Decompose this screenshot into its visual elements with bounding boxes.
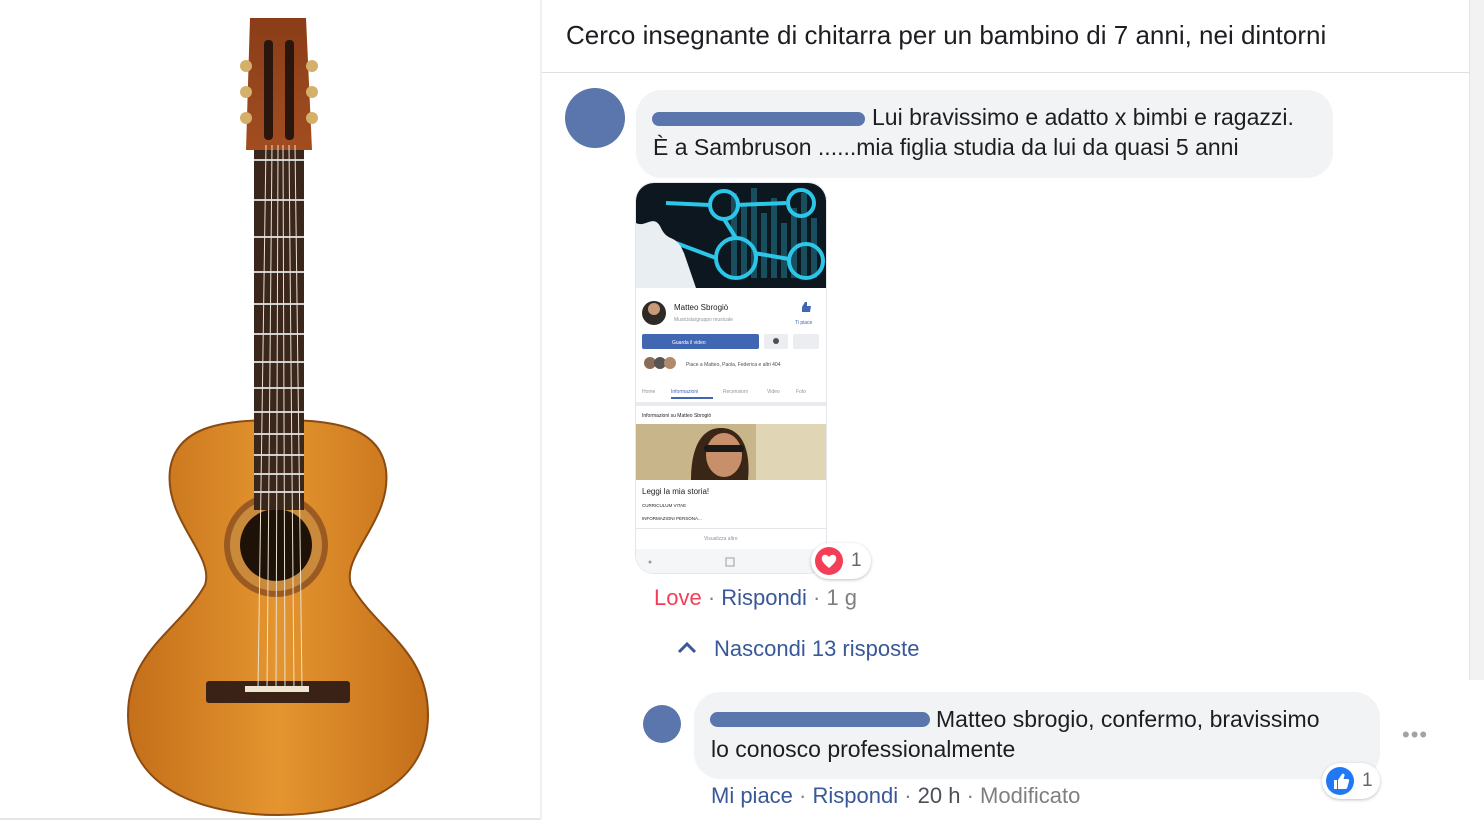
screenshot-watch-button: Guarda il video [672,340,706,346]
screenshot-likes-text: Piace a Matteo, Paola, Federica e altri … [686,362,781,368]
comment-timestamp[interactable]: 1 g [826,585,857,610]
comment-timestamp[interactable]: 20 h [918,783,961,808]
screenshot-like-label: Ti piace [795,320,813,326]
comment-image-attachment[interactable]: Matteo Sbrogiò Musicista/gruppo musicale… [636,183,826,573]
screenshot-story-line: CURRICULUM VITAE [642,503,686,508]
separator-dot: · [898,783,918,808]
redacted-author-name[interactable] [710,712,930,727]
reply-link[interactable]: Rispondi [721,585,807,610]
edited-label[interactable]: Modificato [980,783,1080,808]
screenshot-story-line: INFORMAZIONI PERSONA... [642,516,702,521]
comment-bubble: Lui bravissimo e adatto x bimbi e ragazz… [636,90,1333,178]
commenter-avatar[interactable] [565,88,625,148]
redacted-author-name[interactable] [652,112,865,126]
separator-dot: · [792,783,813,808]
screenshot-tab: Video [767,389,780,395]
screenshot-tab: Informazioni [671,389,698,395]
chevron-up-icon [677,641,697,654]
separator-dot: · [960,783,981,808]
heart-icon [815,547,843,575]
bottom-divider [0,818,540,820]
reaction-summary[interactable]: 1 [1322,763,1380,799]
comment-bubble: Matteo sbrogio, confermo, bravissimo lo … [694,692,1380,779]
screenshot-page-category: Musicista/gruppo musicale [674,317,733,323]
screenshot-tab: Foto [796,389,806,395]
screenshot-page-name: Matteo Sbrogiò [674,303,729,312]
guitar-photo [0,0,540,820]
screenshot-see-more: Visualizza altro [704,536,738,542]
screenshot-tab: Recensioni [723,389,748,395]
thumbs-up-icon [1326,767,1354,795]
comment-text-line: Lui bravissimo e adatto x bimbi e ragazz… [872,104,1294,130]
post-separator [542,72,1470,73]
screenshot-about-title: Informazioni su Matteo Sbrogiò [642,413,711,419]
reaction-summary[interactable]: 1 [811,543,871,579]
commenter-avatar[interactable] [643,705,681,743]
more-icon[interactable]: ••• [1402,722,1428,748]
comment-text-line: lo conosco professionalmente [711,736,1016,762]
separator-dot: · [806,585,827,610]
screenshot-story-title: Leggi la mia storia! [642,487,709,496]
reaction-count: 1 [851,550,862,571]
comment-actions: Mi piace · Rispondi · 20 h · Modificato [711,783,1080,809]
hide-replies-label: Nascondi 13 risposte [714,636,920,661]
separator-dot: · [701,585,722,610]
screenshot-tab: Home [642,389,656,395]
scrollbar[interactable] [1469,0,1484,680]
comment-text-line: Matteo sbrogio, confermo, bravissimo [936,706,1320,732]
hide-replies-toggle[interactable]: Nascondi 13 risposte [676,636,919,662]
reply-link[interactable]: Rispondi [812,783,898,808]
reaction-count: 1 [1362,770,1373,791]
like-link[interactable]: Mi piace [711,783,793,808]
panel-divider [540,0,542,820]
comment-text-line: È a Sambruson ......mia figlia studia da… [653,134,1239,160]
comment-actions: Love · Rispondi · 1 g [654,585,857,611]
love-reaction-link[interactable]: Love [654,585,702,610]
post-text: Cerco insegnante di chitarra per un bamb… [566,20,1327,50]
